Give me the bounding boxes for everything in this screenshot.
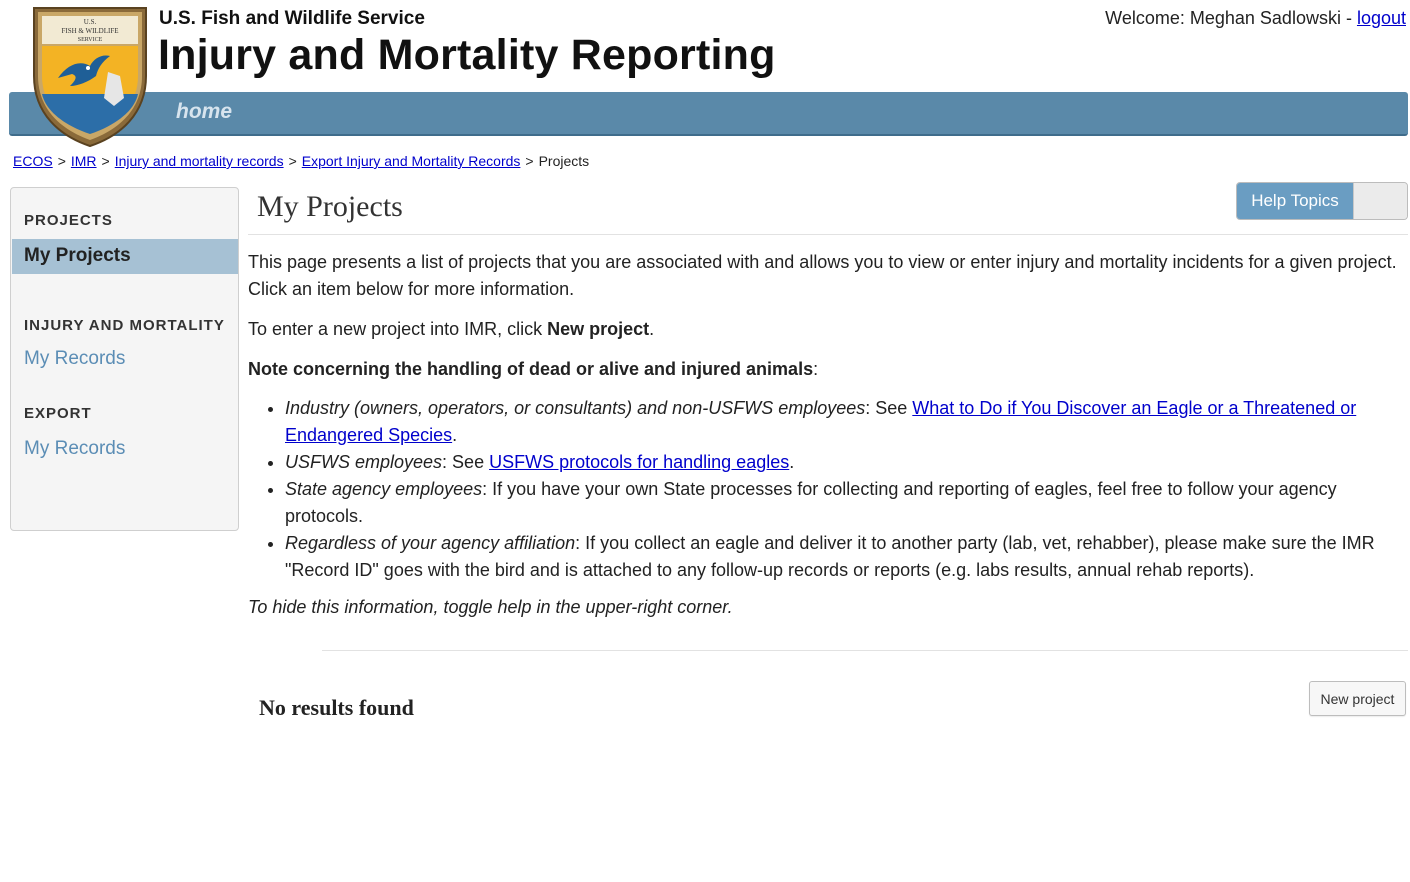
note-suffix: :	[813, 359, 819, 379]
bullet-suffix: .	[452, 425, 458, 445]
intro-text: This page presents a list of projects th…	[248, 252, 1397, 299]
agency-name: U.S. Fish and Wildlife Service	[159, 8, 425, 29]
sidebar-item-export-my-records[interactable]: My Records	[24, 438, 125, 460]
bullet-italic: Industry (owners, operators, or consulta…	[285, 398, 866, 418]
bullet-italic: Regardless of your agency affiliation	[285, 533, 576, 553]
sidebar-item-injury-my-records[interactable]: My Records	[24, 348, 125, 370]
note-bold: Note concerning the handling of dead or …	[248, 359, 814, 379]
svg-text:SERVICE: SERVICE	[78, 37, 103, 43]
list-item: State agency employees: If you have your…	[285, 476, 1403, 530]
sidebar: PROJECTS My Projects INJURY AND MORTALIT…	[10, 187, 239, 531]
breadcrumb-ecos[interactable]: ECOS	[13, 153, 53, 169]
help-hint: To hide this information, toggle help in…	[248, 597, 733, 617]
bullet-text: : See	[865, 398, 913, 418]
sidebar-item-label: My Projects	[24, 245, 131, 266]
breadcrumb-separator: >	[525, 153, 534, 169]
toggle-knob	[1353, 183, 1407, 219]
instruction-suffix: .	[649, 319, 655, 339]
sidebar-heading-projects: PROJECTS	[24, 212, 113, 229]
breadcrumb-current: Projects	[538, 153, 590, 169]
breadcrumb-injury-records[interactable]: Injury and mortality records	[115, 153, 284, 169]
new-project-button[interactable]: New project	[1309, 681, 1406, 716]
new-project-instruction: To enter a new project into IMR, click N…	[248, 316, 1403, 343]
page-title: My Projects	[257, 190, 403, 223]
list-item: USFWS employees: See USFWS protocols for…	[285, 449, 1403, 476]
instruction-text: To enter a new project into IMR, click	[248, 319, 548, 339]
no-results-message: No results found	[259, 695, 414, 720]
breadcrumb-imr[interactable]: IMR	[71, 153, 97, 169]
app-title: Injury and Mortality Reporting	[158, 31, 776, 79]
list-item: Industry (owners, operators, or consulta…	[285, 395, 1403, 449]
nav-bar: home	[9, 92, 1408, 136]
help-content: This page presents a list of projects th…	[248, 249, 1403, 634]
bullet-text: : See	[442, 452, 490, 472]
breadcrumb-separator: >	[288, 153, 297, 169]
svg-text:U.S.: U.S.	[84, 18, 97, 26]
nav-home-link[interactable]: home	[176, 100, 232, 124]
handling-note: Note concerning the handling of dead or …	[248, 356, 1403, 383]
svg-text:FISH & WILDLIFE: FISH & WILDLIFE	[61, 27, 118, 35]
breadcrumb: ECOS > IMR > Injury and mortality records > Ex…	[13, 153, 589, 169]
sidebar-heading-injury-mortality: INJURY AND MORTALITY	[24, 317, 225, 334]
logout-link[interactable]: logout	[1357, 8, 1406, 28]
content-divider	[322, 650, 1408, 651]
bullet-italic: State agency employees	[285, 479, 483, 499]
breadcrumb-separator: >	[101, 153, 110, 169]
title-divider	[248, 234, 1408, 235]
handling-list: Industry (owners, operators, or consulta…	[248, 395, 1403, 584]
sidebar-heading-export: EXPORT	[24, 405, 92, 422]
bullet-italic: USFWS employees	[285, 452, 443, 472]
breadcrumb-export-records[interactable]: Export Injury and Mortality Records	[302, 153, 521, 169]
welcome-text: Welcome: Meghan Sadlowski - logout	[1105, 8, 1406, 29]
bullet-suffix: .	[789, 452, 795, 472]
help-topics-toggle[interactable]: Help Topics	[1236, 182, 1408, 220]
instruction-bold: New project	[547, 319, 650, 339]
usfws-protocols-link[interactable]: USFWS protocols for handling eagles	[489, 452, 789, 472]
help-topics-label: Help Topics	[1237, 183, 1353, 219]
list-item: Regardless of your agency affiliation: I…	[285, 530, 1403, 584]
welcome-user: Welcome: Meghan Sadlowski -	[1105, 8, 1357, 28]
sidebar-item-my-projects[interactable]: My Projects	[12, 239, 238, 274]
usfws-shield-logo: U.S. FISH & WILDLIFE SERVICE	[33, 7, 147, 148]
breadcrumb-separator: >	[57, 153, 66, 169]
